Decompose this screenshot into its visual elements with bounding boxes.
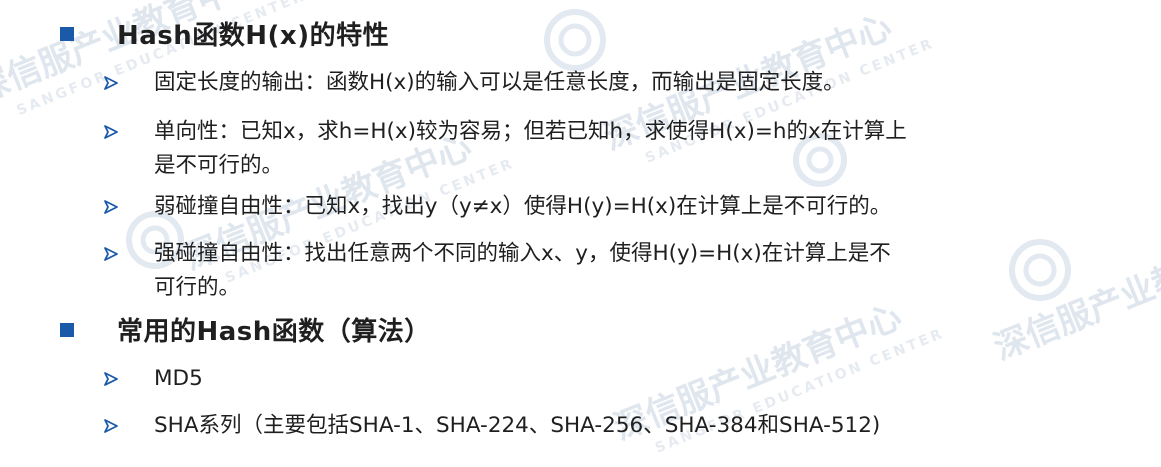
list-item-line: 弱碰撞自由性：已知x，找出y（y≠x）使得H(y)=H(x)在计算上是不可行的。 [154, 194, 892, 219]
arrow-bullet-icon [104, 419, 118, 433]
list-item-text: MD5 [154, 362, 1104, 396]
list-item-text: 单向性：已知x，求h=H(x)较为容易；但若已知h，求使得H(x)=h的x在计算… [154, 115, 1104, 183]
list-item-line: 强碰撞自由性：找出任意两个不同的输入x、y，使得H(y)=H(x)在计算上是不 [154, 241, 891, 266]
list-item-text: 固定长度的输出：函数H(x)的输入可以是任意长度，而输出是固定长度。 [154, 66, 1104, 100]
list-item-line: 固定长度的输出：函数H(x)的输入可以是任意长度，而输出是固定长度。 [154, 70, 845, 95]
slide-content: Hash函数H(x)的特性 固定长度的输出：函数H(x)的输入可以是任意长度，而… [0, 0, 1161, 467]
arrow-bullet-icon [104, 372, 118, 386]
list-item-line: SHA系列（主要包括SHA-1、SHA-224、SHA-256、SHA-384和… [154, 413, 881, 438]
list-item-line: 可行的。 [154, 275, 241, 300]
arrow-bullet-icon [104, 247, 118, 261]
list-item-line: 单向性：已知x，求h=H(x)较为容易；但若已知h，求使得H(x)=h的x在计算… [154, 119, 907, 144]
list-item-line: MD5 [154, 366, 203, 391]
list-item-text: 弱碰撞自由性：已知x，找出y（y≠x）使得H(y)=H(x)在计算上是不可行的。 [154, 190, 1104, 224]
list-item-text: 强碰撞自由性：找出任意两个不同的输入x、y，使得H(y)=H(x)在计算上是不 … [154, 237, 1104, 305]
arrow-bullet-icon [104, 76, 118, 90]
square-bullet-icon [60, 323, 74, 337]
square-bullet-icon [60, 27, 74, 41]
section-heading: Hash函数H(x)的特性 [117, 21, 390, 51]
list-item-line: 是不可行的。 [154, 153, 284, 178]
list-item-text: SHA系列（主要包括SHA-1、SHA-224、SHA-256、SHA-384和… [154, 409, 1104, 443]
arrow-bullet-icon [104, 125, 118, 139]
arrow-bullet-icon [104, 200, 118, 214]
section-heading: 常用的Hash函数（算法） [117, 317, 431, 347]
